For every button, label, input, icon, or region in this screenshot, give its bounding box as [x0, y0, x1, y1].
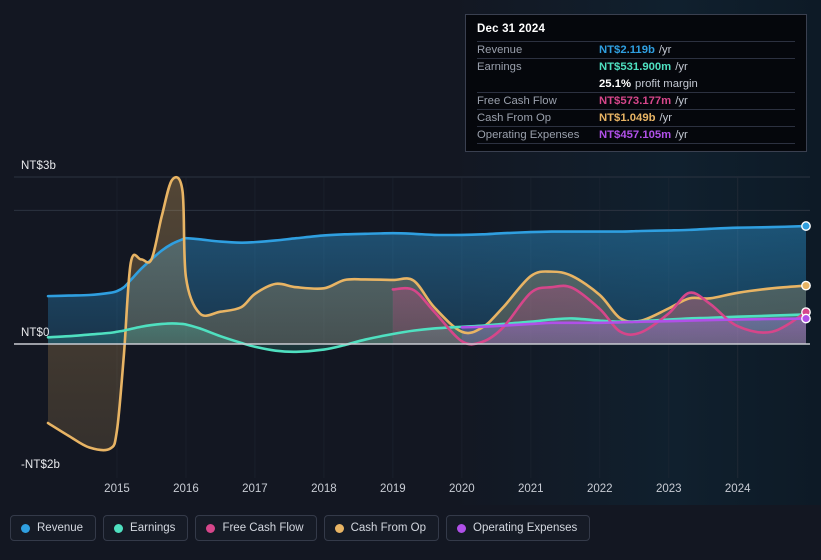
legend-color-dot-icon: [334, 523, 344, 533]
legend-color-dot-icon: [21, 523, 30, 533]
x-axis-label-2020: 2020: [449, 483, 475, 495]
x-axis-label-2024: 2024: [724, 483, 751, 495]
legend-item-revenue[interactable]: Revenue: [10, 515, 97, 541]
tooltip-row-unit: /yr: [658, 44, 672, 56]
tooltip-date: Dec 31 2024: [477, 23, 546, 35]
tooltip-row: Revenue NT$2.119b/yr: [477, 41, 795, 58]
financial-chart-page: NT$3b NT$0 -NT$2b 2015 2016 2017 2018 2019 20…: [0, 0, 821, 560]
tooltip-bottom-rule: [477, 143, 795, 144]
tooltip-row-value: NT$2.119b: [599, 44, 655, 56]
legend-item-cash-from-op[interactable]: Cash From Op: [323, 515, 440, 541]
tooltip-row-label: Operating Expenses: [477, 129, 580, 141]
x-axis-label-2023: 2023: [655, 483, 682, 495]
x-axis-label-2021: 2021: [518, 483, 544, 495]
legend-item-operating-expenses[interactable]: Operating Expenses: [446, 515, 591, 541]
tooltip-row: 25.1% profit margin: [477, 75, 795, 92]
y-axis-label-zero: NT$0: [21, 327, 50, 339]
tooltip-rows: Revenue NT$2.119b/yr Earnings NT$531.900m/y…: [477, 41, 795, 144]
tooltip-row-value: 25.1%: [599, 77, 632, 90]
tooltip-row-label: Revenue: [477, 44, 523, 56]
endpoint-operating-expenses[interactable]: [801, 313, 811, 324]
tooltip-row-value: NT$457.105m: [599, 129, 672, 141]
legend-item-label: Revenue: [37, 522, 84, 534]
tooltip-row-unit: /yr: [659, 112, 673, 124]
legend-item-label: Cash From Op: [350, 522, 427, 534]
legend-color-dot-icon: [206, 523, 216, 533]
tooltip-row-unit: /yr: [675, 95, 688, 107]
tooltip-row-value: NT$531.900m: [599, 61, 672, 73]
tooltip-row-label: Cash From Op: [477, 112, 552, 124]
tooltip-row: Earnings NT$531.900m/yr: [477, 58, 795, 75]
tooltip-row-unit: /yr: [675, 129, 688, 141]
tooltip-row-unit: /yr: [675, 61, 688, 73]
tooltip-row-unit: profit margin: [635, 77, 698, 90]
endpoint-cash-from-op[interactable]: [801, 280, 811, 291]
legend-item-earnings[interactable]: Earnings: [103, 515, 189, 541]
legend-item-label: Operating Expenses: [473, 522, 578, 534]
tooltip-row-value: NT$573.177m: [599, 95, 672, 107]
x-axis: 2015 2016 2017 2018 2019 2020 2021 2022 2023 2024: [0, 483, 821, 503]
x-axis-label-2016: 2016: [173, 483, 199, 495]
chart-tooltip: Dec 31 2024 Revenue NT$2.119b/yr Earnings N…: [465, 14, 807, 152]
legend-item-label: Free Cash Flow: [222, 522, 304, 534]
x-axis-label-2019: 2019: [380, 483, 406, 495]
x-axis-label-2015: 2015: [104, 483, 130, 495]
legend-item-free-cash-flow[interactable]: Free Cash Flow: [195, 515, 317, 541]
tooltip-row: Operating Expenses NT$457.105m/yr: [477, 126, 795, 143]
tooltip-row-label: Free Cash Flow: [477, 95, 557, 107]
tooltip-row: Free Cash Flow NT$573.177m/yr: [477, 92, 795, 109]
x-axis-label-2022: 2022: [586, 483, 613, 495]
y-axis-label-top: NT$3b: [21, 160, 57, 172]
tooltip-row: Cash From Op NT$1.049b/yr: [477, 109, 795, 126]
legend-item-label: Earnings: [130, 522, 176, 534]
legend-color-dot-icon: [114, 523, 124, 533]
legend-color-dot-icon: [457, 523, 467, 533]
x-axis-label-2018: 2018: [311, 483, 337, 495]
chart-legend[interactable]: Revenue Earnings Free Cash Flow Cash From O…: [10, 515, 591, 541]
tooltip-row-label: Earnings: [477, 61, 522, 73]
x-axis-label-2017: 2017: [242, 483, 268, 495]
tooltip-row-value: NT$1.049b: [599, 112, 656, 124]
y-axis-label-bottom: -NT$2b: [21, 459, 60, 471]
endpoint-revenue[interactable]: [801, 221, 811, 231]
